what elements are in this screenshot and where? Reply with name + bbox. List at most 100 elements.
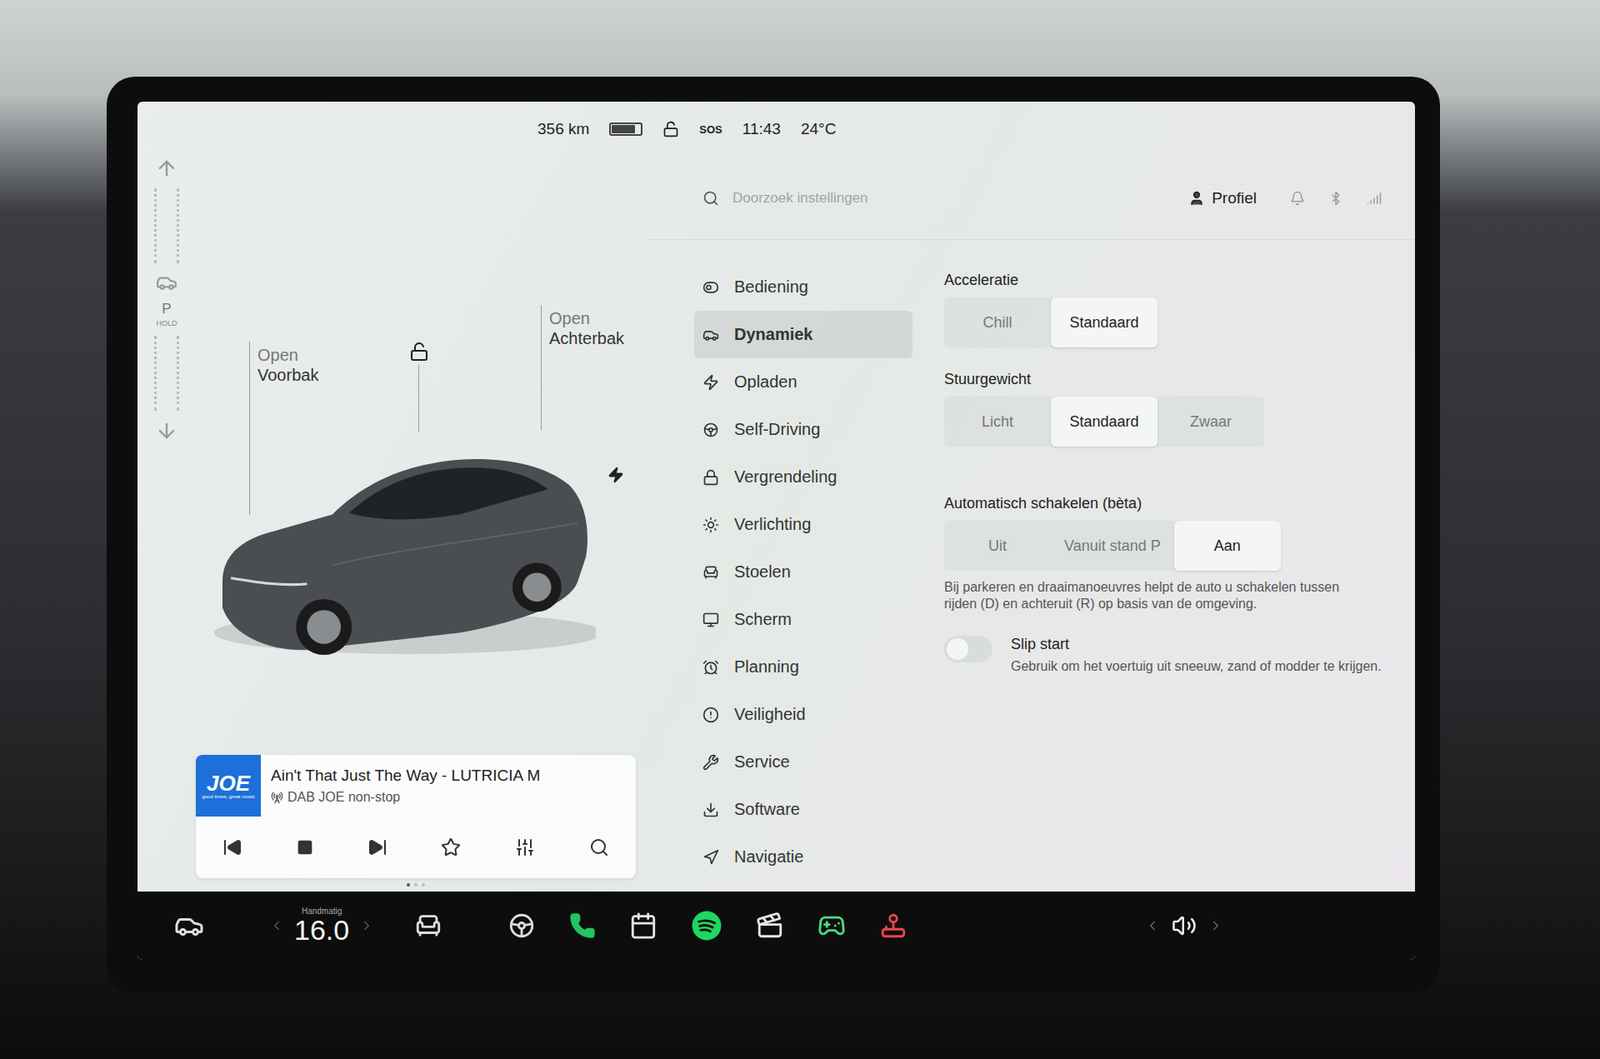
spotify-icon[interactable] xyxy=(690,910,723,942)
settings-search[interactable]: Doorzoek instellingen xyxy=(732,190,1175,207)
app-button[interactable] xyxy=(565,909,600,943)
menu-item[interactable]: Dynamiek xyxy=(694,310,913,359)
arcade-icon[interactable] xyxy=(817,911,846,940)
temp-down-button[interactable] xyxy=(265,915,288,937)
user-icon xyxy=(1188,190,1205,207)
small-car-icon xyxy=(155,271,178,294)
segment-option[interactable]: Aan xyxy=(1174,520,1281,571)
volume-control xyxy=(1145,913,1224,939)
menu-item-icon xyxy=(702,374,720,391)
temperature-display[interactable]: Handmatig16.0 xyxy=(294,906,350,946)
menu-item[interactable]: Software xyxy=(694,785,913,834)
display-bezel: 356 kmSOS11:4324°CPHOLD OpenVoorbak OpenAc… xyxy=(106,76,1440,994)
menu-item-icon xyxy=(702,279,720,296)
temp-up-button[interactable] xyxy=(355,915,378,937)
frunk-button[interactable]: OpenVoorbak xyxy=(257,345,319,385)
bluetooth-icon[interactable] xyxy=(1328,190,1344,206)
car-lock-button[interactable] xyxy=(409,341,430,362)
star-icon xyxy=(440,837,461,858)
equalizer-button[interactable] xyxy=(510,832,540,863)
header-icons xyxy=(1290,190,1382,206)
previous-button[interactable] xyxy=(217,832,248,863)
app-button[interactable] xyxy=(814,908,850,944)
cabin-temperature: 16.0 xyxy=(294,915,350,946)
segment-option[interactable]: Chill xyxy=(944,297,1051,348)
unlock-icon[interactable] xyxy=(662,120,680,138)
menu-item[interactable]: Scherm xyxy=(694,595,913,644)
settings-body: BedieningDynamiekOpladenSelf-DrivingVerg… xyxy=(647,240,1415,892)
menu-item[interactable]: Veiligheid xyxy=(694,690,913,739)
toggle-switch[interactable] xyxy=(944,635,993,663)
toggle-setting: Slip startGebruik om het voertuig uit sn… xyxy=(944,635,1382,675)
volume-icon[interactable] xyxy=(1171,913,1197,939)
car-model-icon xyxy=(204,421,596,659)
station-logo: JOEgood times, great music xyxy=(195,755,261,817)
favorite-button[interactable] xyxy=(435,832,466,863)
volume-up-icon[interactable] xyxy=(1208,918,1224,934)
menu-item[interactable]: Verlichting xyxy=(694,500,913,549)
phone-icon[interactable] xyxy=(569,912,596,940)
toggle-text: Slip startGebruik om het voertuig uit sn… xyxy=(1010,635,1382,675)
menu-item-icon xyxy=(702,659,720,676)
page: 356 kmSOS11:4324°CPHOLD OpenVoorbak OpenAc… xyxy=(0,0,1600,1059)
menu-item-icon xyxy=(702,801,720,819)
settings-header: Doorzoek instellingen Profiel xyxy=(647,156,1415,240)
app-button[interactable] xyxy=(687,906,726,945)
gear-selector[interactable]: PHOLD xyxy=(137,156,196,892)
menu-item-icon xyxy=(702,326,720,344)
next-button[interactable] xyxy=(362,832,393,863)
segment-option[interactable]: Zwaar xyxy=(1157,396,1265,447)
app-button[interactable] xyxy=(875,908,911,944)
car-icon xyxy=(174,910,205,941)
menu-item-icon xyxy=(702,706,720,724)
toybox-icon[interactable] xyxy=(879,911,908,940)
hold-text: HOLD xyxy=(155,319,177,328)
profile-button[interactable]: Profiel xyxy=(1188,189,1257,208)
search-icon xyxy=(589,837,610,858)
menu-item-icon xyxy=(702,611,720,629)
menu-item[interactable]: Bediening xyxy=(694,263,913,311)
menu-item[interactable]: Stoelen xyxy=(694,548,913,596)
segment-option[interactable]: Vanuit stand P xyxy=(1050,520,1175,571)
car-button[interactable] xyxy=(170,907,208,945)
car-canvas: OpenVoorbak OpenAchterbak xyxy=(195,156,636,755)
segmented-control: ChillStandaard xyxy=(944,297,1158,348)
frunk-leader xyxy=(249,341,250,515)
notes-icon[interactable] xyxy=(629,911,658,940)
lightning-icon xyxy=(607,466,625,484)
page-dot[interactable] xyxy=(406,883,410,887)
volume-down-icon[interactable] xyxy=(1145,918,1160,934)
segment-option[interactable]: Standaard xyxy=(1050,297,1158,348)
menu-item[interactable]: Self-Driving xyxy=(694,405,913,454)
charge-port-button[interactable] xyxy=(607,466,625,484)
segment-option[interactable]: Standaard xyxy=(1050,396,1158,447)
menu-item[interactable]: Service xyxy=(694,738,913,786)
seat-heater-button[interactable] xyxy=(410,908,446,944)
app-button[interactable] xyxy=(752,908,788,944)
chevron-right-icon xyxy=(359,918,375,934)
app-button[interactable] xyxy=(625,908,661,944)
wheel-heater-button[interactable] xyxy=(504,908,540,944)
bell-icon[interactable] xyxy=(1290,190,1305,206)
media-search-button[interactable] xyxy=(584,832,615,863)
menu-item-icon xyxy=(702,754,720,771)
segment-option[interactable]: Licht xyxy=(944,396,1051,447)
menu-item-icon xyxy=(702,564,720,581)
status-bar: 356 kmSOS11:4324°C xyxy=(137,101,1415,157)
menu-item[interactable]: Vergrendeling xyxy=(694,453,913,501)
menu-item[interactable]: Opladen xyxy=(694,358,913,406)
arrow-up-icon xyxy=(155,156,179,180)
sos-text[interactable]: SOS xyxy=(699,123,722,136)
trunk-button[interactable]: OpenAchterbak xyxy=(549,308,625,349)
setting-title: Acceleratie xyxy=(944,271,1382,290)
video-icon[interactable] xyxy=(755,911,785,940)
page-dot[interactable] xyxy=(414,883,418,887)
segment-option[interactable]: Uit xyxy=(944,520,1051,571)
stop-button[interactable] xyxy=(291,834,319,861)
track-title: Ain't That Just The Way - LUTRICIA M xyxy=(270,766,626,785)
seat-heater-icon xyxy=(414,911,443,940)
page-dot[interactable] xyxy=(421,883,425,887)
menu-item[interactable]: Planning xyxy=(694,643,913,691)
media-pages xyxy=(195,878,636,887)
menu-item[interactable]: Navigatie xyxy=(694,833,913,881)
